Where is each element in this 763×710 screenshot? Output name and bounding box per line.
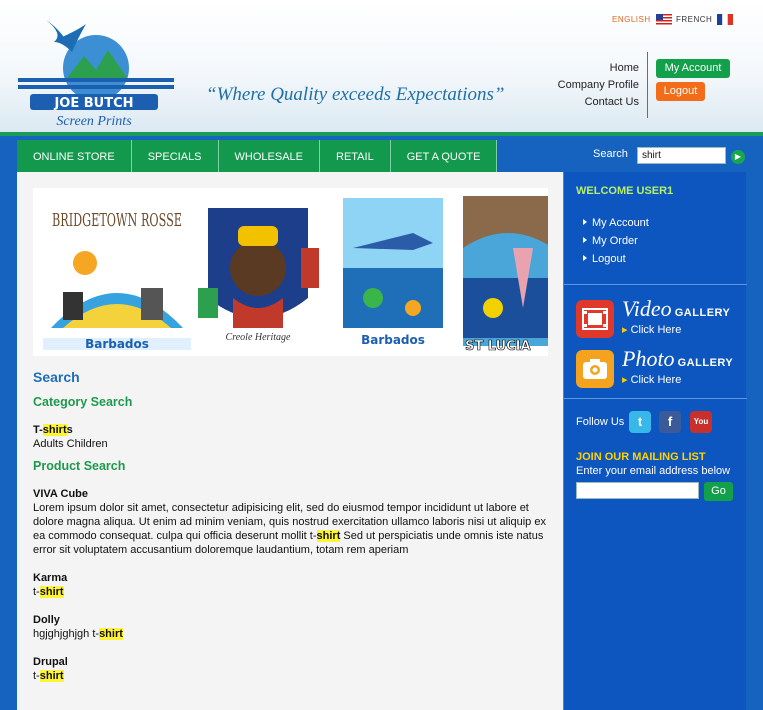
main-navbar: ONLINE STORE SPECIALS WHOLESALE RETAIL G…: [0, 140, 763, 172]
twitter-icon[interactable]: t: [629, 411, 651, 433]
sidebar-logout-link[interactable]: Logout: [583, 250, 649, 268]
category-result[interactable]: T-shirts Adults Children: [33, 423, 548, 451]
video-film-icon: [576, 300, 614, 338]
youtube-icon[interactable]: You: [690, 411, 712, 433]
product-name: VIVA Cube: [33, 488, 89, 500]
product-name: Dolly: [33, 614, 60, 626]
video-click-here[interactable]: ▸ Click Here: [622, 323, 681, 336]
tagline: “Where Quality exceeds Expectations”: [206, 84, 505, 105]
product-description: Lorem ipsum dolor sit amet, consectetur …: [33, 502, 546, 556]
product-result[interactable]: Drupal t-shirt: [33, 655, 548, 683]
header-divider: [647, 52, 648, 118]
language-english-label: ENGLISH: [612, 15, 651, 24]
product-description: t-shirt: [33, 586, 64, 598]
category-subtext: Adults Children: [33, 438, 108, 450]
welcome-message: WELCOME USER1: [576, 185, 674, 197]
product-description: hgjghjghjgh t-shirt: [33, 628, 123, 640]
mailing-go-button[interactable]: Go: [704, 482, 733, 501]
product-result[interactable]: Karma t-shirt: [33, 571, 548, 599]
svg-text:Barbados: Barbados: [361, 333, 425, 347]
nav-get-a-quote[interactable]: GET A QUOTE: [390, 140, 498, 172]
banner-slideshow[interactable]: BRIDGETOWN ROSSE Barbados Creole Heritag…: [33, 188, 548, 356]
left-margin: [0, 172, 17, 710]
category-name-prefix: T-: [33, 424, 43, 436]
sidebar-divider: [564, 398, 747, 399]
main-menu: ONLINE STORE SPECIALS WHOLESALE RETAIL G…: [17, 140, 498, 172]
video-gallery-title: Video GALLERY: [622, 296, 731, 321]
svg-text:ST LUCIA: ST LUCIA: [465, 339, 531, 354]
nav-retail[interactable]: RETAIL: [320, 140, 391, 172]
mailing-list-heading: JOIN OUR MAILING LIST: [576, 451, 706, 463]
category-name-suffix: s: [66, 424, 73, 436]
nav-specials[interactable]: SPECIALS: [131, 140, 219, 172]
right-margin: [746, 172, 763, 710]
photo-click-here[interactable]: ▸ Click Here: [622, 373, 681, 386]
product-name: Karma: [33, 572, 68, 584]
category-search-heading: Category Search: [33, 395, 133, 409]
sidebar-my-account-link[interactable]: My Account: [583, 214, 649, 232]
product-description: t-shirt: [33, 670, 64, 682]
us-flag-icon: [655, 14, 672, 25]
search-label: Search: [593, 148, 628, 160]
banner-image-barbados-ocean[interactable]: Barbados: [343, 198, 443, 347]
search-input[interactable]: [637, 147, 726, 164]
contact-us-link[interactable]: Contact Us: [558, 94, 639, 111]
follow-us-label: Follow Us: [576, 416, 625, 428]
svg-text:Screen Prints: Screen Prints: [56, 114, 132, 129]
sidebar-my-order-link[interactable]: My Order: [583, 232, 649, 250]
language-french[interactable]: FRENCH: [676, 14, 734, 25]
account-links: My Account My Order Logout: [583, 214, 649, 268]
main-content: BRIDGETOWN ROSSE Barbados Creole Heritag…: [17, 172, 563, 710]
company-profile-link[interactable]: Company Profile: [558, 77, 639, 94]
product-name: Drupal: [33, 656, 68, 668]
product-search-heading: Product Search: [33, 459, 126, 473]
nav-wholesale[interactable]: WHOLESALE: [218, 140, 320, 172]
svg-text:Barbados: Barbados: [85, 337, 149, 351]
logout-button[interactable]: Logout: [656, 82, 705, 101]
sidebar-divider: [564, 284, 747, 285]
svg-text:JOE BUTCH: JOE BUTCH: [53, 96, 133, 111]
camera-icon: [576, 350, 614, 388]
nav-online-store[interactable]: ONLINE STORE: [17, 140, 132, 172]
site-header: JOE BUTCH Screen Prints “Where Quality e…: [0, 0, 763, 136]
product-result[interactable]: Dolly hgjghjghjgh t-shirt: [33, 613, 548, 641]
language-french-label: FRENCH: [676, 15, 713, 24]
my-account-button[interactable]: My Account: [656, 59, 730, 78]
french-flag-icon: [717, 14, 734, 25]
email-field[interactable]: [576, 482, 699, 499]
svg-text:Creole Heritage: Creole Heritage: [226, 332, 291, 343]
svg-text:BRIDGETOWN ROSSE: BRIDGETOWN ROSSE: [52, 210, 182, 231]
product-result[interactable]: VIVA Cube Lorem ipsum dolor sit amet, co…: [33, 487, 548, 557]
photo-gallery[interactable]: Photo GALLERY ▸ Click Here: [576, 346, 741, 390]
mailing-list-text: Enter your email address below: [576, 465, 731, 477]
banner-image-st-lucia[interactable]: ST LUCIA: [463, 196, 548, 354]
facebook-icon[interactable]: f: [659, 411, 681, 433]
home-link[interactable]: Home: [558, 60, 639, 77]
video-gallery[interactable]: Video GALLERY ▸ Click Here: [576, 296, 741, 340]
search-go-icon[interactable]: ▶: [731, 150, 745, 164]
language-english[interactable]: ENGLISH: [612, 14, 672, 25]
search-heading: Search: [33, 369, 80, 385]
joe-butch-logo[interactable]: JOE BUTCH Screen Prints: [16, 12, 176, 130]
photo-gallery-title: Photo GALLERY: [622, 346, 734, 371]
category-name-match: shirt: [42, 424, 67, 436]
top-links: Home Company Profile Contact Us: [558, 60, 639, 111]
sidebar: WELCOME USER1 My Account My Order Logout…: [563, 172, 747, 710]
